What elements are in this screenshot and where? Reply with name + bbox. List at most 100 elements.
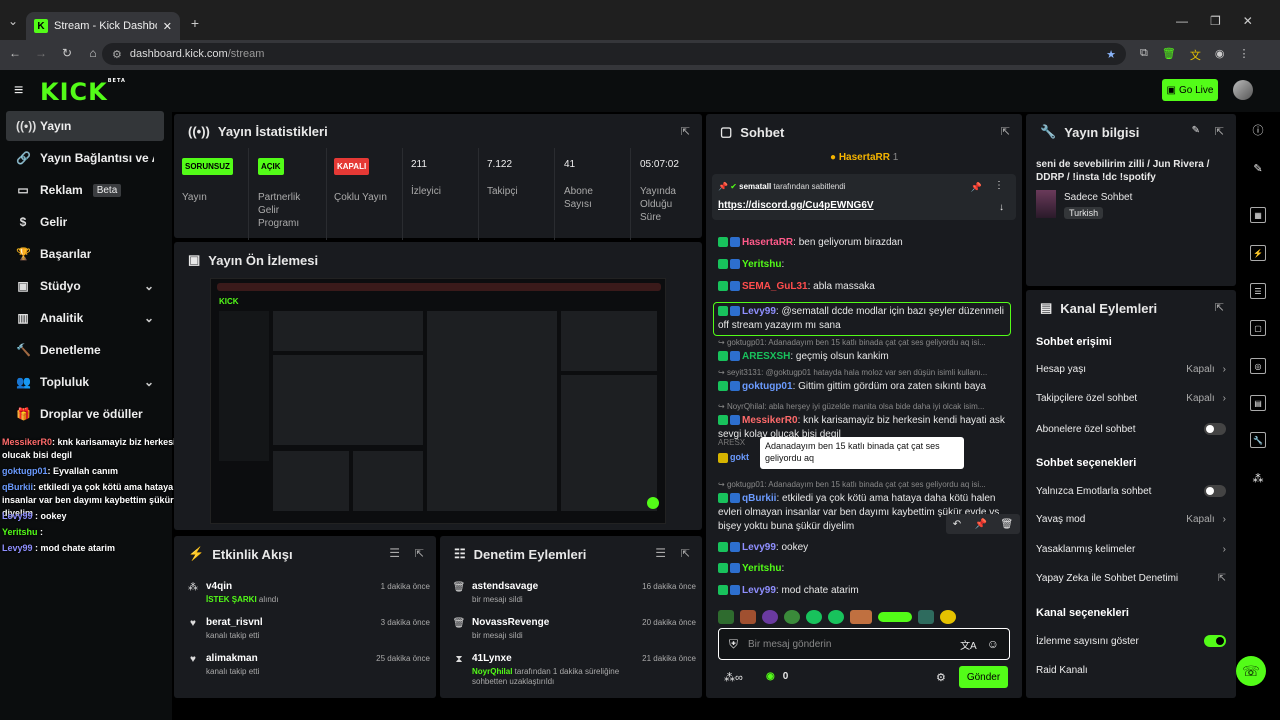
profile-icon[interactable]: ◉ xyxy=(1215,47,1225,63)
support-chat-button[interactable]: ☏ xyxy=(1236,656,1266,686)
maximize-icon[interactable]: ❐ xyxy=(1210,14,1221,28)
ai-moderation-link[interactable]: Yapay Zeka ile Sohbet Denetimi ⇱ xyxy=(1036,573,1226,584)
tab-close-icon[interactable]: ✕ xyxy=(163,20,172,33)
chat-input[interactable]: ⛨ Bir mesaj gönderin 文A ☺ xyxy=(718,628,1010,660)
bookmark-star-icon[interactable]: ★ xyxy=(1106,48,1116,61)
emote-icon[interactable] xyxy=(784,610,800,624)
sidebar-item-4[interactable]: 🏆 Başarılar xyxy=(6,239,164,269)
community-icon[interactable]: ⁂∞ xyxy=(724,671,743,684)
emote-icon[interactable] xyxy=(940,610,956,624)
info-icon[interactable]: ⓘ xyxy=(1248,120,1268,140)
reply-preview[interactable]: ↪ goktugp01: Adanadayım ben 15 katlı bin… xyxy=(718,478,1014,492)
emote-icon[interactable] xyxy=(878,612,912,622)
chat-message[interactable]: HasertaRR: ben geliyorum birazdan xyxy=(718,236,1014,250)
expand-icon[interactable]: ↓ xyxy=(999,202,1004,213)
home-icon[interactable]: ⌂ xyxy=(84,46,102,60)
account-age-setting[interactable]: Hesap yaşı Kapalı › xyxy=(1036,364,1226,375)
reply-preview[interactable]: ↪ NoyrQhilal: abla herşey iyi güzelde ma… xyxy=(718,400,1014,414)
edit-icon[interactable]: ✎ xyxy=(1192,125,1200,136)
event-user[interactable]: berat_risvnl xyxy=(206,617,263,628)
chat-message[interactable]: Levy99: mod chate atarim xyxy=(718,584,1014,598)
popout-icon[interactable]: ⇱ xyxy=(681,125,690,138)
forward-icon[interactable]: → xyxy=(32,46,50,60)
translate-icon[interactable]: 文A xyxy=(960,637,977,652)
shield-icon[interactable]: ⛨ xyxy=(729,637,738,652)
extensions-icon[interactable]: ⧉ xyxy=(1140,47,1148,63)
broadcast-widget-icon[interactable]: ◎ xyxy=(1250,358,1266,374)
chat-username[interactable]: MessikerR0 xyxy=(742,415,798,426)
chat-username[interactable]: goktugp01 xyxy=(742,381,793,392)
popout-icon[interactable]: ⇱ xyxy=(1001,125,1010,138)
chat-username[interactable]: Levy99 xyxy=(742,542,776,553)
pinned-by[interactable]: sematall xyxy=(739,182,771,191)
sidebar-item-9[interactable]: 🎁 Droplar ve ödüller xyxy=(6,399,164,429)
chat-username[interactable]: Levy99 xyxy=(742,585,776,596)
window-close-icon[interactable]: ✕ xyxy=(1243,14,1253,28)
trash-extension-icon[interactable]: 🗑 xyxy=(1162,47,1176,63)
unpin-icon[interactable]: 📌 xyxy=(971,182,982,193)
stats-widget-icon[interactable]: ▦ xyxy=(1250,207,1266,223)
chat-settings-icon[interactable]: ⚙ xyxy=(936,671,946,684)
sidebar-item-8[interactable]: 👥 Topluluk ⌄ xyxy=(6,367,164,397)
reply-preview[interactable]: ↪ goktugp01: Adanadayım ben 15 katlı bin… xyxy=(718,336,1014,350)
sidebar-item-5[interactable]: ▣ Stüdyo ⌄ xyxy=(6,271,164,301)
popout-icon[interactable]: ⇱ xyxy=(1215,125,1224,138)
mod-user[interactable]: 41Lynxe xyxy=(472,653,512,664)
chat-username[interactable]: Yeritshu xyxy=(742,259,781,270)
top-gifter[interactable]: ● HasertaRR 1 xyxy=(830,152,898,163)
pencil-icon[interactable]: ✎ xyxy=(1248,158,1268,178)
back-icon[interactable]: ← xyxy=(6,46,24,60)
community-widget-icon[interactable]: ⁂ xyxy=(1248,468,1268,488)
chat-username[interactable]: ARESXSH xyxy=(742,351,790,362)
browser-tab[interactable]: K Stream - Kick Dashboard ✕ xyxy=(26,12,180,40)
go-live-button[interactable]: ▣ Go Live xyxy=(1162,79,1218,101)
popout-icon[interactable]: ⇱ xyxy=(1215,301,1224,314)
chat-message[interactable]: Yeritshu: xyxy=(718,258,1014,272)
new-tab-icon[interactable]: + xyxy=(186,15,204,31)
stream-preview-video[interactable]: KICK xyxy=(210,278,666,524)
subs-only-toggle[interactable] xyxy=(1204,423,1226,435)
avatar[interactable] xyxy=(1233,80,1253,100)
translate-extension-icon[interactable]: 文 xyxy=(1190,47,1201,63)
channel-points[interactable]: ◉ 0 xyxy=(766,671,788,682)
chat-username[interactable]: SEMA_GuL31 xyxy=(742,281,808,292)
chat-message[interactable]: Levy99: @sematall dcde modlar için bazı … xyxy=(713,302,1011,336)
chat-message[interactable]: SEMA_GuL31: abla massaka xyxy=(718,280,1014,294)
raid-channel-button[interactable]: Raid Kanalı xyxy=(1036,665,1226,676)
banned-words-setting[interactable]: Yasaklanmış kelimeler › xyxy=(1036,544,1226,555)
reload-icon[interactable]: ↻ xyxy=(58,46,76,60)
sidebar-item-1[interactable]: 🔗 Yayın Bağlantısı ve Anahtarı xyxy=(6,143,164,173)
list-widget-icon[interactable]: ☰ xyxy=(1250,283,1266,299)
chat-message[interactable]: Yeritshu: xyxy=(718,562,1014,576)
channel-widget-icon[interactable]: ▤ xyxy=(1250,395,1266,411)
more-icon[interactable]: ⋮ xyxy=(994,180,1004,191)
viewer-count-toggle[interactable] xyxy=(1204,635,1226,647)
emote-icon[interactable] xyxy=(806,610,822,624)
menu-icon[interactable]: ⋮ xyxy=(1238,47,1249,63)
mod-user[interactable]: NovassRevenge xyxy=(472,617,549,628)
send-button[interactable]: Gönder xyxy=(959,666,1008,688)
hamburger-icon[interactable]: ≡ xyxy=(14,82,23,100)
wrench-widget-icon[interactable]: 🔧 xyxy=(1250,432,1266,448)
site-info-icon[interactable]: ⚙ xyxy=(112,48,122,61)
followers-only-setting[interactable]: Takipçilere özel sohbet Kapalı › xyxy=(1036,393,1226,404)
event-user[interactable]: alimakman xyxy=(206,653,258,664)
bolt-widget-icon[interactable]: ⚡ xyxy=(1250,245,1266,261)
popout-icon[interactable]: ⇱ xyxy=(415,547,424,560)
sidebar-item-0[interactable]: ((•)) Yayın xyxy=(6,111,164,141)
chat-message[interactable]: Levy99: ookey xyxy=(718,541,1014,555)
filter-icon[interactable]: ☰ xyxy=(389,546,400,560)
slow-mode-setting[interactable]: Yavaş mod Kapalı › xyxy=(1036,514,1226,525)
category-name[interactable]: Sadece Sohbet xyxy=(1064,192,1132,203)
tab-list-icon[interactable]: ⌄ xyxy=(4,14,22,28)
chat-username[interactable]: qBurkii xyxy=(742,493,776,504)
sidebar-item-2[interactable]: ▭ Reklam Beta xyxy=(6,175,164,205)
filter-icon[interactable]: ☰ xyxy=(655,546,666,560)
pinned-link[interactable]: https://discord.gg/Cu4pEWNG6V xyxy=(718,200,874,211)
sidebar-item-6[interactable]: ▥ Analitik ⌄ xyxy=(6,303,164,333)
delete-icon[interactable]: 🗑 xyxy=(1001,519,1014,530)
reply-icon[interactable]: ↶ xyxy=(953,519,961,530)
event-user[interactable]: v4qin xyxy=(206,581,232,592)
emote-only-toggle[interactable] xyxy=(1204,485,1226,497)
pin-message-icon[interactable]: 📌 xyxy=(975,519,987,530)
